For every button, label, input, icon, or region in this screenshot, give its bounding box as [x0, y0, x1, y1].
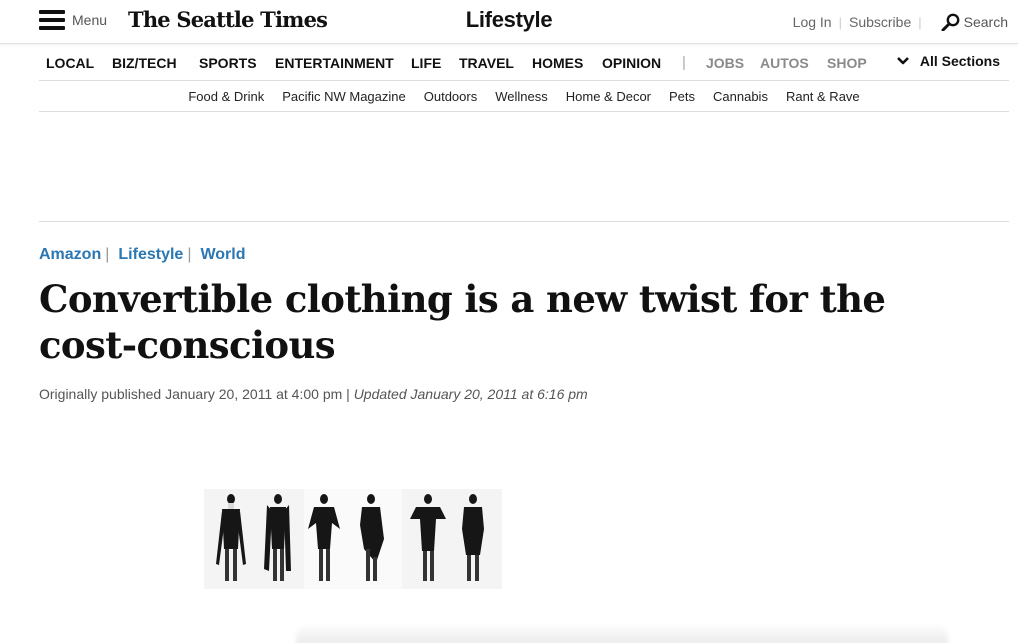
nav-item-shop[interactable]: Shop	[827, 55, 867, 71]
hamburger-icon	[39, 10, 65, 30]
ad-slot	[39, 112, 1009, 222]
nav-item-sports[interactable]: Sports	[199, 55, 257, 71]
all-sections-button[interactable]: All Sections	[896, 53, 1000, 69]
subnav-item-home-decor[interactable]: Home & Decor	[566, 89, 651, 104]
subnav-item-wellness[interactable]: Wellness	[495, 89, 548, 104]
nav-divider: |	[682, 54, 686, 71]
top-bar: Menu The Seattle Times Lifestyle Log In …	[0, 0, 1018, 44]
tag-divider: |	[187, 246, 192, 263]
dateline-divider: |	[346, 386, 350, 402]
nav-item-travel[interactable]: Travel	[459, 55, 514, 71]
article-dateline: Originally published January 20, 2011 at…	[39, 386, 588, 402]
tag-lifestyle[interactable]: Lifestyle	[118, 246, 183, 264]
tag-amazon[interactable]: Amazon	[39, 246, 101, 264]
search-button[interactable]: Search	[941, 13, 1008, 31]
subnav-item-cannabis[interactable]: Cannabis	[713, 89, 768, 104]
nav-item-opinion[interactable]: Opinion	[602, 55, 661, 71]
chevron-down-icon	[896, 57, 909, 65]
account-links: Log In | Subscribe | Search	[793, 13, 1008, 31]
subnav-item-pacific-nw-magazine[interactable]: Pacific NW Magazine	[282, 89, 406, 104]
tag-world[interactable]: World	[200, 246, 245, 264]
nav-item-life[interactable]: Life	[411, 55, 441, 71]
menu-label: Menu	[72, 12, 108, 28]
tag-divider: |	[105, 246, 110, 263]
subnav-item-food-drink[interactable]: Food & Drink	[188, 89, 264, 104]
divider: |	[838, 14, 842, 30]
menu-button[interactable]: Menu	[39, 10, 107, 30]
all-sections-label: All Sections	[919, 53, 1000, 69]
subscribe-link[interactable]: Subscribe	[849, 14, 911, 30]
search-label: Search	[963, 14, 1008, 30]
nav-item-entertainment[interactable]: Entertainment	[275, 55, 394, 71]
divider: |	[918, 14, 922, 30]
subnav-item-outdoors[interactable]: Outdoors	[424, 89, 477, 104]
nav-item-jobs[interactable]: Jobs	[706, 55, 744, 71]
sub-nav: Food & Drink Pacific NW Magazine Outdoor…	[39, 81, 1009, 112]
bottom-overlay	[296, 626, 948, 643]
updated-date: Updated January 20, 2011 at 6:16 pm	[353, 386, 588, 402]
login-link[interactable]: Log In	[793, 14, 832, 30]
article-headline: Convertible clothing is a new twist for …	[39, 277, 886, 367]
site-logo[interactable]: The Seattle Times	[128, 7, 328, 32]
article-tags: Amazon | Lifestyle | World	[39, 246, 246, 264]
main-nav: Local Biz/Tech Sports Entertainment Life…	[39, 45, 1009, 81]
nav-item-biz-tech[interactable]: Biz/Tech	[112, 55, 177, 71]
published-date: Originally published January 20, 2011 at…	[39, 386, 343, 402]
subnav-item-pets[interactable]: Pets	[669, 89, 695, 104]
nav-item-homes[interactable]: Homes	[532, 55, 583, 71]
convertible-dress-figures-image	[204, 489, 502, 589]
subnav-item-rant-rave[interactable]: Rant & Rave	[786, 89, 860, 104]
nav-item-local[interactable]: Local	[46, 55, 94, 71]
search-icon	[941, 13, 960, 31]
nav-item-autos[interactable]: Autos	[760, 55, 809, 71]
article-photo[interactable]	[204, 489, 502, 589]
